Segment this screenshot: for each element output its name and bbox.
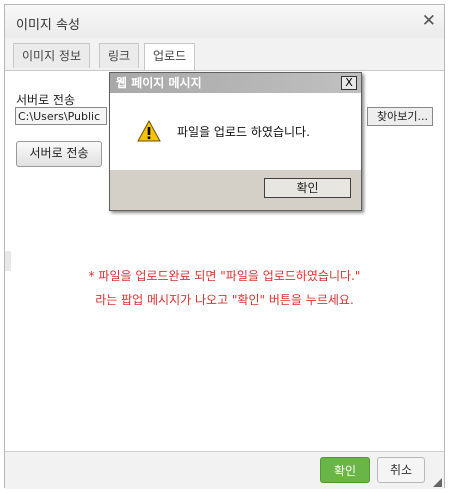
- tab-link[interactable]: 링크: [99, 43, 140, 68]
- file-path-input[interactable]: C:\Users\Public: [15, 107, 107, 125]
- message-box-title: 웹 페이지 메시지: [116, 76, 202, 90]
- message-box-body: 파일을 업로드 하였습니다.: [110, 93, 361, 170]
- browse-button[interactable]: 찾아보기...: [367, 107, 433, 126]
- tab-image-info[interactable]: 이미지 정보: [13, 43, 91, 68]
- notice-line-2: 라는 팝업 메시지가 나오고 "확인" 버튼을 누르세요.: [95, 293, 354, 307]
- tab-bar: 이미지 정보 링크 업로드: [5, 38, 444, 71]
- message-text: 파일을 업로드 하였습니다.: [177, 125, 310, 139]
- upload-label: 서버로 전송: [16, 93, 76, 107]
- resize-grip-icon[interactable]: [433, 478, 442, 487]
- dialog-titlebar[interactable]: 이미지 속성 ✕: [5, 5, 444, 39]
- message-ok-button[interactable]: 확인: [264, 178, 351, 198]
- cancel-button[interactable]: 취소: [377, 457, 425, 483]
- warning-icon: [137, 119, 161, 142]
- dialog-title: 이미지 속성: [16, 18, 80, 33]
- message-box-close-icon[interactable]: X: [341, 76, 357, 90]
- send-to-server-button[interactable]: 서버로 전송: [16, 141, 102, 167]
- dialog-footer: 확인 취소: [5, 451, 444, 489]
- notice-line-1: * 파일을 업로드완료 되면 "파일을 업로드하였습니다.": [88, 269, 361, 283]
- ok-button[interactable]: 확인: [320, 457, 370, 483]
- tab-upload[interactable]: 업로드: [144, 43, 196, 70]
- web-page-message-box: 웹 페이지 메시지 X 파일을 업로드 하였습니다. 확인: [109, 72, 362, 211]
- message-box-titlebar[interactable]: 웹 페이지 메시지: [110, 73, 361, 93]
- close-icon[interactable]: ✕: [422, 11, 436, 31]
